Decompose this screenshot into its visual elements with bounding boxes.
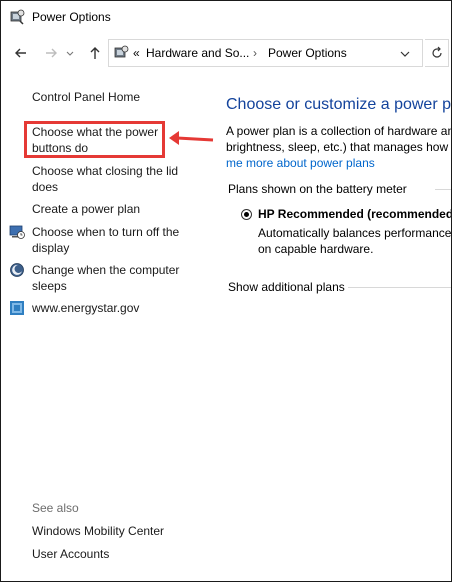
- arrow-right-icon[interactable]: [41, 43, 61, 63]
- plan-description: Automatically balances performance on ca…: [258, 225, 451, 257]
- sidebar-item-create-plan[interactable]: Create a power plan: [32, 201, 140, 217]
- sidebar-item-label: does: [32, 180, 59, 194]
- energystar-icon: [10, 301, 24, 315]
- window-title: Power Options: [32, 10, 111, 24]
- description-line: brightness, sleep, etc.) that manages ho…: [226, 140, 452, 154]
- control-panel-home-link[interactable]: Control Panel Home: [32, 89, 140, 105]
- title-bar: Power Options: [1, 1, 451, 33]
- sidebar-item-label: Change when the computer: [32, 263, 180, 277]
- plan-description-line: on capable hardware.: [258, 242, 374, 256]
- sidebar-item-closing-lid[interactable]: Choose what closing the lid does: [32, 163, 178, 195]
- breadcrumb-separator: ›: [253, 46, 257, 60]
- plans-section-label: Plans shown on the battery meter: [228, 182, 407, 196]
- sleep-moon-icon: [10, 263, 24, 277]
- display-schedule-icon: [9, 225, 25, 239]
- chevron-down-icon[interactable]: [65, 43, 75, 63]
- arrow-left-icon[interactable]: [11, 43, 31, 63]
- sidebar-item-label: Choose when to turn off the: [32, 225, 180, 239]
- sidebar-item-label: www.energystar.gov: [32, 301, 140, 315]
- page-description: A power plan is a collection of hardware…: [226, 123, 452, 171]
- sidebar-item-energystar[interactable]: www.energystar.gov: [32, 300, 139, 316]
- address-bar[interactable]: « Hardware and So... › Power Options: [108, 39, 423, 67]
- section-divider: [435, 189, 451, 190]
- plan-description-line: Automatically balances performance: [258, 226, 452, 240]
- plan-radio-button[interactable]: [241, 209, 252, 220]
- sidebar-item-label: Choose what closing the lid: [32, 164, 179, 178]
- highlight-box: [24, 121, 165, 158]
- navigation-bar: « Hardware and So... › Power Options: [1, 36, 451, 70]
- see-also-heading: See also: [32, 501, 79, 515]
- chevron-down-icon[interactable]: [399, 48, 411, 60]
- refresh-icon: [431, 46, 442, 58]
- sidebar-item-computer-sleeps[interactable]: Change when the computer sleeps: [32, 262, 179, 294]
- main-content: Choose or customize a power pla A power …: [213, 71, 452, 581]
- control-panel-icon: [114, 45, 129, 58]
- windows-mobility-center-link[interactable]: Windows Mobility Center: [32, 523, 164, 539]
- breadcrumb-power-options[interactable]: Power Options: [268, 46, 347, 60]
- red-arrow-icon: [169, 131, 214, 145]
- refresh-button[interactable]: [425, 39, 449, 67]
- arrow-up-icon[interactable]: [85, 43, 105, 63]
- power-options-icon: [10, 9, 25, 25]
- power-options-window: Power Options « Hardware and So... › Pow…: [0, 0, 452, 582]
- learn-more-link[interactable]: me more about power plans: [226, 155, 451, 171]
- plan-name[interactable]: HP Recommended (recommended): [258, 207, 451, 221]
- sidebar-item-turn-off-display[interactable]: Choose when to turn off the display: [32, 224, 179, 256]
- address-prefix[interactable]: «: [133, 46, 140, 60]
- breadcrumb-hardware[interactable]: Hardware and So...: [146, 46, 249, 60]
- section-divider: [348, 287, 451, 288]
- show-additional-plans-toggle[interactable]: Show additional plans: [228, 280, 345, 294]
- page-title: Choose or customize a power pla: [226, 96, 452, 113]
- user-accounts-link[interactable]: User Accounts: [32, 546, 109, 562]
- sidebar-item-label: Create a power plan: [32, 202, 141, 216]
- description-line: A power plan is a collection of hardware…: [226, 124, 452, 138]
- sidebar-item-label: sleeps: [32, 279, 67, 293]
- sidebar-item-label: display: [32, 241, 70, 255]
